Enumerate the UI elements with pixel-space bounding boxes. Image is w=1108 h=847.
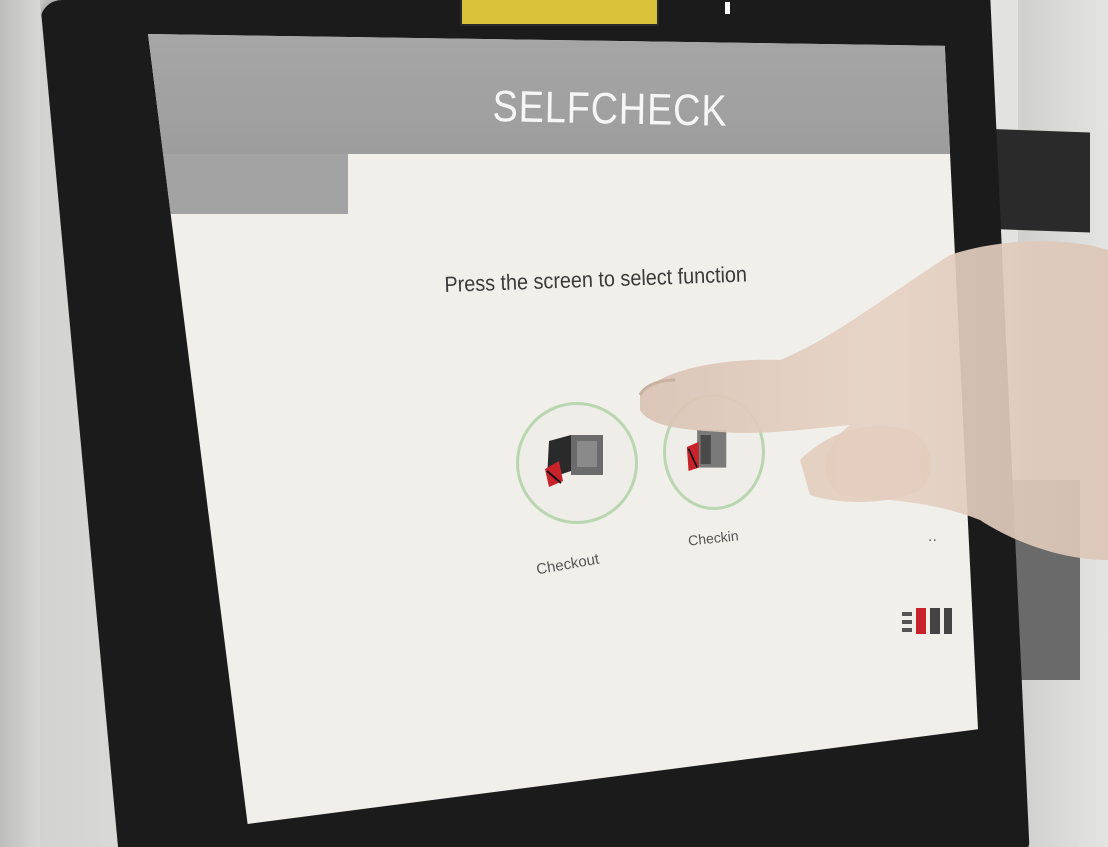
kiosk-side-panel	[1010, 480, 1080, 680]
photo-scene: SELFCHECK Press the screen to select fun…	[0, 0, 1108, 847]
instruction-text: Press the screen to select function	[444, 261, 748, 297]
yellow-label-tag	[460, 0, 659, 26]
wall-left	[0, 0, 40, 847]
selfcheck-screen[interactable]: SELFCHECK Press the screen to select fun…	[148, 34, 978, 824]
checkout-label: Checkout	[535, 550, 601, 579]
page-title: SELFCHECK	[492, 82, 728, 136]
camera-indicator	[725, 2, 730, 14]
checkout-device-icon	[545, 435, 603, 487]
wall-right	[1018, 0, 1108, 847]
header-bar-tab	[148, 154, 348, 214]
hidden-option-indicator: ..	[928, 528, 937, 545]
checkin-label: Checkin	[687, 527, 740, 549]
checkin-device-icon	[686, 429, 727, 471]
checkin-button[interactable]	[663, 394, 765, 510]
3m-logo	[902, 608, 952, 634]
checkout-button[interactable]	[516, 402, 638, 524]
